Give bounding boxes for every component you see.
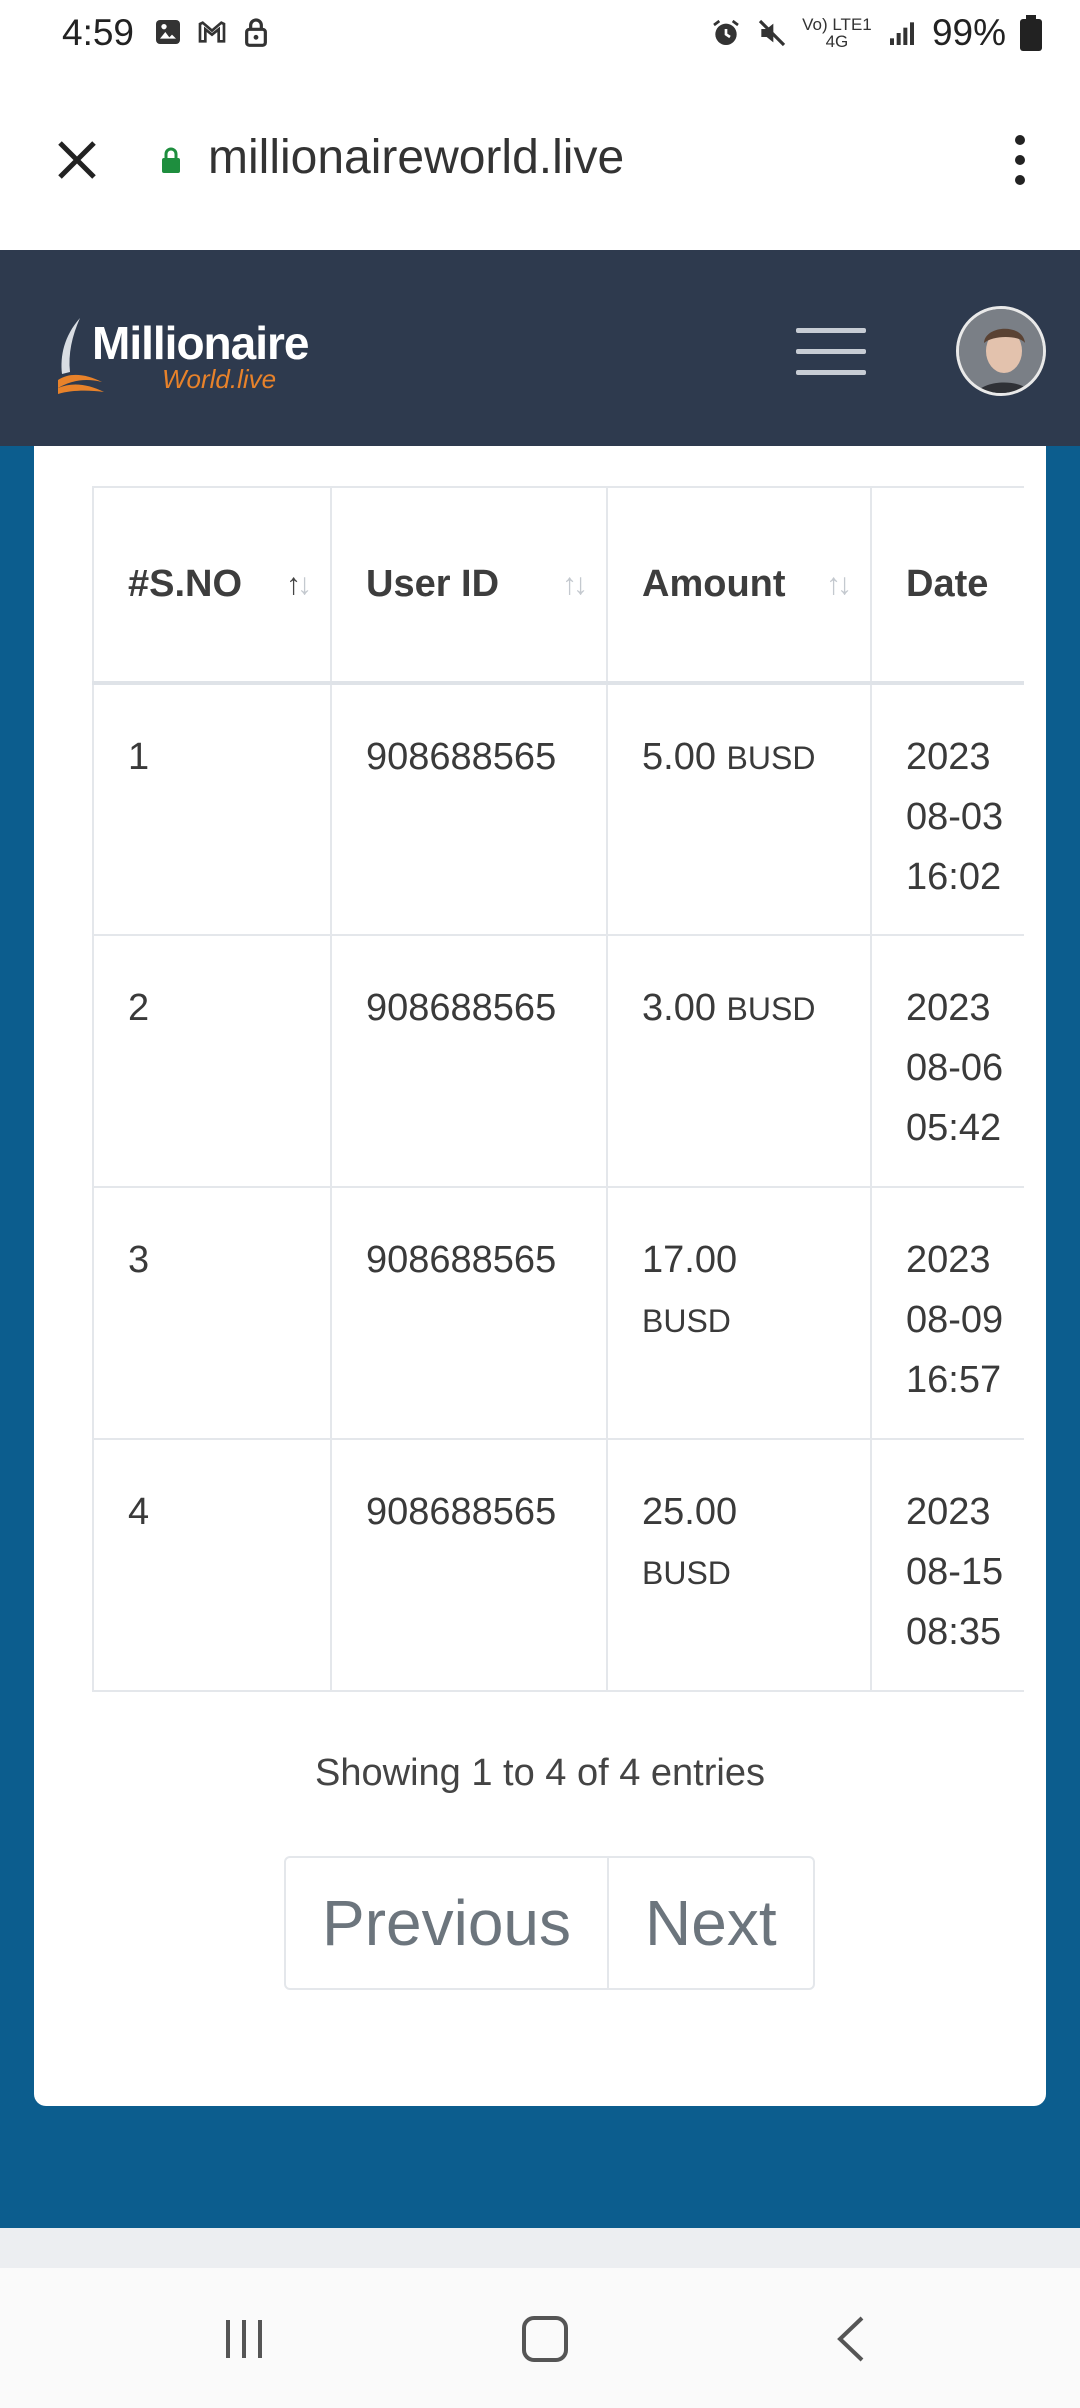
more-options-icon[interactable] [1008, 132, 1032, 188]
table-row: 3 908688565 17.00 BUSD 2023 08-09 16:57 [92, 1186, 1024, 1440]
page-footer [0, 2228, 1080, 2268]
table-row: 2 908688565 3.00 BUSD 2023 08-06 05:42 [92, 934, 1024, 1188]
transactions-card: #S.NO ↑↓ User ID ↑↓ Amount ↑↓ Date 1 908… [34, 446, 1046, 2106]
cell-date: 2023 08-03 16:02 [870, 682, 1024, 936]
battery-percent: 99% [931, 12, 1006, 53]
logo-text: Millionaire [92, 317, 309, 369]
browser-url-bar: millionaireworld.live [0, 90, 1080, 230]
status-time: 4:59 [62, 12, 135, 53]
mute-icon [758, 19, 786, 47]
previous-page-button[interactable]: Previous [286, 1858, 607, 1988]
cell-user-id: 908688565 [330, 1186, 608, 1440]
url-text[interactable]: millionaireworld.live [208, 130, 624, 185]
home-icon[interactable] [522, 2316, 568, 2362]
cell-sno: 3 [92, 1186, 332, 1440]
cell-sno: 4 [92, 1438, 332, 1692]
cell-amount: 3.00 BUSD [606, 934, 872, 1188]
cell-user-id: 908688565 [330, 1438, 608, 1692]
cell-user-id: 908688565 [330, 682, 608, 936]
close-icon[interactable] [52, 135, 102, 185]
lock-status-icon [245, 18, 267, 47]
table-row: 4 908688565 25.00 BUSD 2023 08-15 08:35 [92, 1438, 1024, 1692]
cell-amount: 25.00 BUSD [606, 1438, 872, 1692]
column-header-date[interactable]: Date [870, 486, 1024, 684]
sort-icon: ↑↓ [826, 567, 852, 601]
back-icon[interactable] [830, 2314, 870, 2364]
network-type-label: Vo) LTE1 4G [802, 15, 872, 51]
system-nav-bar [0, 2268, 1080, 2408]
column-header-amount[interactable]: Amount ↑↓ [606, 486, 872, 684]
sort-icon: ↑↓ [286, 567, 312, 601]
user-avatar[interactable] [956, 306, 1046, 396]
recent-apps-icon[interactable] [222, 2318, 266, 2360]
cell-date: 2023 08-15 08:35 [870, 1438, 1024, 1692]
battery-icon [1020, 15, 1042, 51]
cell-user-id: 908688565 [330, 934, 608, 1188]
site-logo[interactable]: Millionaire World.live [56, 316, 326, 396]
cell-amount: 5.00 BUSD [606, 682, 872, 936]
signal-icon [889, 22, 914, 45]
column-header-sno[interactable]: #S.NO ↑↓ [92, 486, 332, 684]
avatar-image [959, 309, 1043, 393]
gallery-icon [156, 20, 180, 44]
cell-amount: 17.00 BUSD [606, 1186, 872, 1440]
cell-sno: 1 [92, 682, 332, 936]
pagination: Previous Next [284, 1856, 815, 1990]
menu-hamburger-button[interactable] [796, 328, 866, 376]
next-page-button[interactable]: Next [607, 1858, 813, 1988]
gmail-icon [198, 21, 226, 43]
cell-date: 2023 08-06 05:42 [870, 934, 1024, 1188]
status-bar: 4:59 Vo) LTE1 4G 99% [0, 0, 1080, 70]
cell-sno: 2 [92, 934, 332, 1188]
entries-info: Showing 1 to 4 of 4 entries [315, 1752, 765, 1794]
table-scroll-container[interactable]: #S.NO ↑↓ User ID ↑↓ Amount ↑↓ Date 1 908… [92, 486, 1024, 1696]
alarm-icon [713, 19, 739, 45]
logo-subtext: World.live [162, 364, 277, 394]
secure-lock-icon[interactable] [160, 146, 182, 174]
transactions-table: #S.NO ↑↓ User ID ↑↓ Amount ↑↓ Date 1 908… [92, 486, 1024, 1692]
site-header: Millionaire World.live [0, 250, 1080, 446]
column-header-user-id[interactable]: User ID ↑↓ [330, 486, 608, 684]
table-row: 1 908688565 5.00 BUSD 2023 08-03 16:02 [92, 682, 1024, 936]
table-header-row: #S.NO ↑↓ User ID ↑↓ Amount ↑↓ Date [92, 486, 1024, 684]
cell-date: 2023 08-09 16:57 [870, 1186, 1024, 1440]
sort-icon: ↑↓ [562, 567, 588, 601]
